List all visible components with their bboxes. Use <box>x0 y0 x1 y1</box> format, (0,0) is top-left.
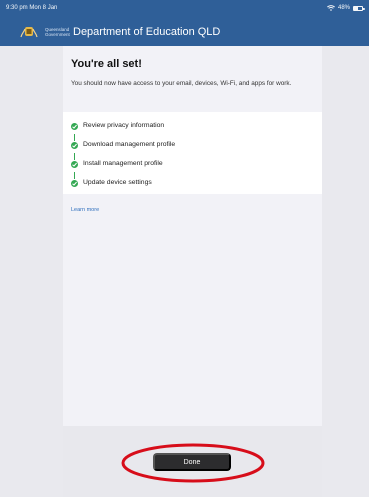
app-header: 9:30 pm Mon 8 Jan 48% Queensland Governm… <box>0 0 369 46</box>
status-time-date: 9:30 pm Mon 8 Jan <box>6 5 58 11</box>
done-button[interactable]: Done <box>153 453 231 471</box>
battery-fill <box>354 6 358 10</box>
setup-checklist: Review privacy information Download mana… <box>63 112 322 194</box>
learn-more-link[interactable]: Learn more <box>71 207 99 213</box>
checklist-item: Install management profile <box>71 158 163 170</box>
page-title: Department of Education QLD <box>73 26 221 38</box>
checkmark-icon <box>71 122 78 130</box>
battery-icon <box>353 5 365 11</box>
checklist-item-label: Download management profile <box>83 141 176 148</box>
checklist-item-label: Install management profile <box>83 160 163 167</box>
queensland-crest-icon <box>19 25 39 39</box>
battery-percentage: 48% <box>337 5 350 11</box>
ipad-screen: 9:30 pm Mon 8 Jan 48% Queensland Governm… <box>0 0 369 497</box>
checklist-item: Update device settings <box>71 177 152 189</box>
brand-row: Queensland Government Department of Educ… <box>19 22 220 42</box>
status-bar: 9:30 pm Mon 8 Jan 48% <box>6 3 365 13</box>
checkmark-icon <box>71 141 78 149</box>
completion-description: You should now have access to your email… <box>71 80 292 87</box>
wifi-icon <box>326 5 335 11</box>
government-wordmark: Queensland Government <box>45 27 70 37</box>
checkmark-icon <box>71 179 78 187</box>
checkmark-icon <box>71 160 78 168</box>
checklist-item: Review privacy information <box>71 120 164 132</box>
checklist-item-label: Update device settings <box>83 179 152 186</box>
completion-title: You're all set! <box>71 58 142 70</box>
checklist-item: Download management profile <box>71 139 175 151</box>
checklist-item-label: Review privacy information <box>83 122 165 129</box>
screenshot-frame: 9:30 pm Mon 8 Jan 48% Queensland Governm… <box>0 0 369 497</box>
status-icons: 48% <box>326 3 365 13</box>
